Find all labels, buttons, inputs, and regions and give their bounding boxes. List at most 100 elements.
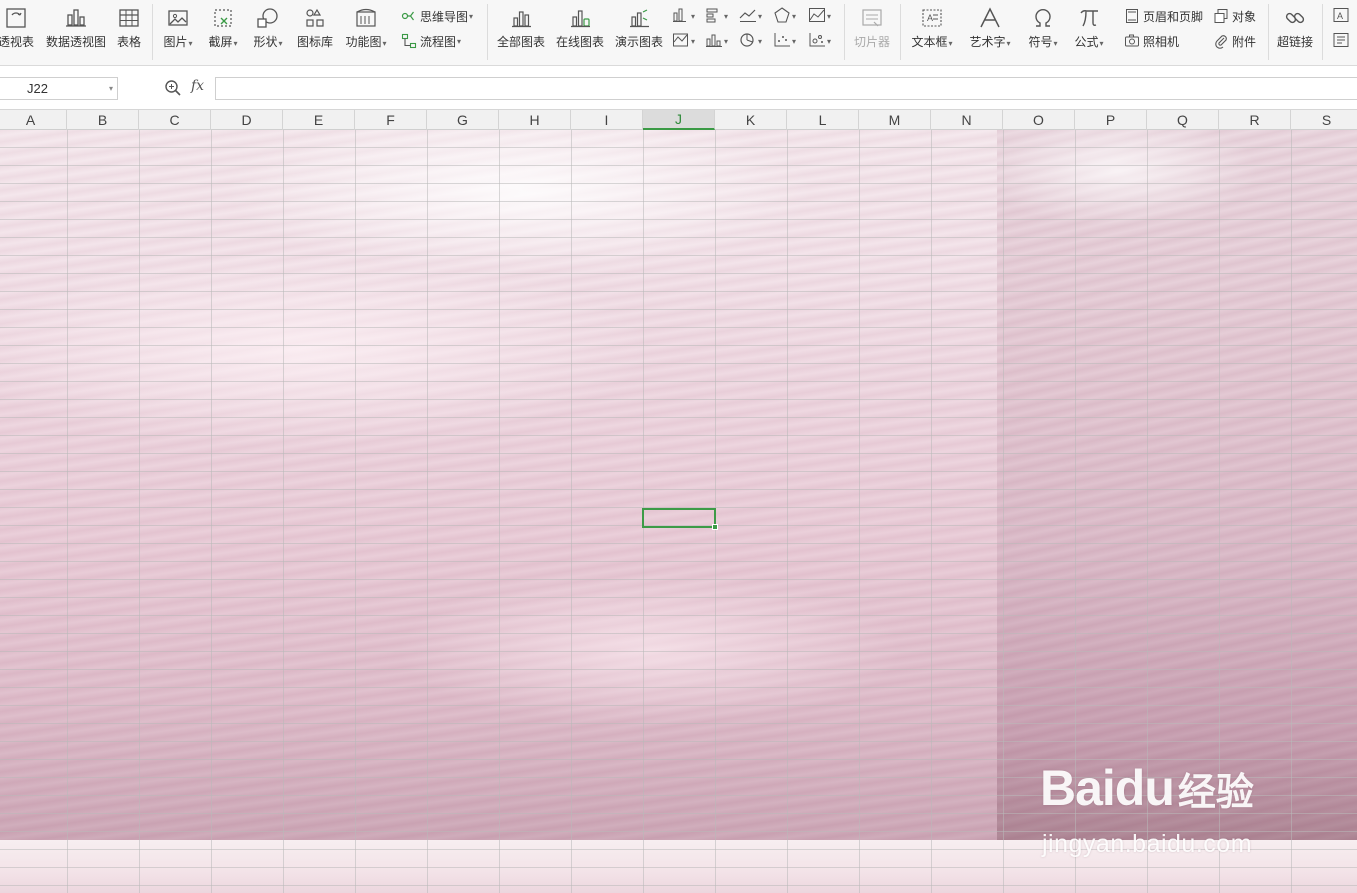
demo-chart-icon xyxy=(625,4,653,32)
function-chart-button[interactable]: 功能图▾ xyxy=(342,0,390,62)
object-icon xyxy=(1212,7,1230,25)
watermark-url: jingyan.baidu.com xyxy=(1042,830,1253,858)
dropdown-caret-icon: ▾ xyxy=(382,39,387,48)
dropdown-caret-icon: ▾ xyxy=(792,11,797,21)
hyperlink-label: 超链接 xyxy=(1276,35,1313,49)
pie-chart-dropdown[interactable]: ▾ xyxy=(739,31,762,51)
dropdown-caret-icon: ▾ xyxy=(1053,39,1058,48)
line-chart-dropdown[interactable]: ▾ xyxy=(739,6,762,26)
column-header-l[interactable]: L xyxy=(787,110,859,130)
column-header-j[interactable]: J xyxy=(643,110,715,130)
screenshot-label: 截屏 xyxy=(208,35,233,49)
attachment-button[interactable]: 附件 xyxy=(1212,31,1256,51)
column-header-o[interactable]: O xyxy=(1003,110,1075,130)
scatter-chart-icon xyxy=(773,32,791,51)
column-header-b[interactable]: B xyxy=(67,110,139,130)
column-header-r[interactable]: R xyxy=(1219,110,1291,130)
formula-bar: J22 ▾ fx xyxy=(0,66,1357,110)
symbol-button[interactable]: 符号▾ xyxy=(1022,0,1064,62)
dropdown-caret-icon: ▾ xyxy=(948,39,953,48)
dropdown-caret-icon: ▾ xyxy=(457,36,462,46)
mind-map-button[interactable]: 思维导图 ▾ xyxy=(400,6,473,26)
radar-chart-icon xyxy=(773,6,791,26)
pivot-chart-button[interactable]: 数据透视图 xyxy=(44,0,108,62)
object-label: 对象 xyxy=(1232,9,1257,24)
column-header-g[interactable]: G xyxy=(427,110,499,130)
ribbon-divider xyxy=(487,4,488,60)
combo-chart-dropdown[interactable]: ▾ xyxy=(705,31,728,51)
text-direction-button[interactable]: A xyxy=(1332,6,1350,26)
column-header-e[interactable]: E xyxy=(283,110,355,130)
picture-button[interactable]: 图片▾ xyxy=(158,0,198,62)
svg-text:A: A xyxy=(1337,11,1343,21)
wordart-icon xyxy=(976,4,1004,32)
slicer-button[interactable]: 切片器 xyxy=(850,0,894,62)
demo-charts-button[interactable]: 演示图表 xyxy=(612,0,666,62)
table-button[interactable]: 表格 xyxy=(112,0,146,62)
pie-chart-icon xyxy=(739,32,757,51)
picture-label: 图片 xyxy=(163,35,188,49)
hyperlink-button[interactable]: 超链接 xyxy=(1274,0,1316,62)
chevron-down-icon[interactable]: ▾ xyxy=(109,84,113,93)
column-header-i[interactable]: I xyxy=(571,110,643,130)
dropdown-caret-icon: ▾ xyxy=(188,39,193,48)
dropdown-caret-icon: ▾ xyxy=(233,39,238,48)
column-header-c[interactable]: C xyxy=(139,110,211,130)
column-header-k[interactable]: K xyxy=(715,110,787,130)
wordart-button[interactable]: 艺术字▾ xyxy=(964,0,1016,62)
online-charts-button[interactable]: 在线图表 xyxy=(552,0,608,62)
column-header-s[interactable]: S xyxy=(1291,110,1357,130)
area-chart-icon xyxy=(808,7,826,26)
camera-button[interactable]: 照相机 xyxy=(1123,31,1179,51)
omega-symbol-icon xyxy=(1029,4,1057,32)
pivot-table-button[interactable]: 透视表 xyxy=(0,0,38,62)
formula-button[interactable]: 公式▾ xyxy=(1068,0,1110,62)
dropdown-caret-icon: ▾ xyxy=(827,36,832,46)
fill-handle[interactable] xyxy=(712,524,718,530)
header-footer-button[interactable]: 页眉和页脚 xyxy=(1123,6,1203,26)
column-header-n[interactable]: N xyxy=(931,110,1003,130)
object-button[interactable]: 对象 xyxy=(1212,6,1256,26)
fx-label[interactable]: fx xyxy=(191,78,204,94)
bubble-chart-dropdown[interactable]: ▾ xyxy=(808,31,831,51)
column-header-q[interactable]: Q xyxy=(1147,110,1219,130)
dropdown-caret-icon: ▾ xyxy=(1006,39,1011,48)
ribbon-divider xyxy=(844,4,845,60)
bar-chart-dropdown[interactable]: ▾ xyxy=(705,6,728,26)
ribbon-divider xyxy=(152,4,153,60)
more-insert-button[interactable] xyxy=(1332,31,1350,51)
column-header-m[interactable]: M xyxy=(859,110,931,130)
all-charts-button[interactable]: 全部图表 xyxy=(494,0,548,62)
ribbon-divider xyxy=(1268,4,1269,60)
formula-input[interactable] xyxy=(215,77,1357,100)
online-charts-label: 在线图表 xyxy=(555,35,604,49)
mind-map-icon xyxy=(400,7,418,25)
scatter-chart-dropdown[interactable]: ▾ xyxy=(773,31,796,51)
flowchart-button[interactable]: 流程图 ▾ xyxy=(400,31,461,51)
flowchart-icon xyxy=(400,32,418,50)
online-chart-icon xyxy=(566,4,594,32)
column-header-f[interactable]: F xyxy=(355,110,427,130)
shapes-button[interactable]: 形状▾ xyxy=(248,0,288,62)
name-box[interactable]: J22 ▾ xyxy=(0,77,118,100)
picture-icon xyxy=(164,4,192,32)
area-chart-dropdown[interactable]: ▾ xyxy=(808,6,831,26)
icon-library-icon xyxy=(301,4,329,32)
paperclip-icon xyxy=(1212,32,1230,50)
zoom-icon[interactable] xyxy=(164,79,182,97)
radar-chart-dropdown[interactable]: ▾ xyxy=(773,6,796,26)
column-header-h[interactable]: H xyxy=(499,110,571,130)
mind-map-label: 思维导图 xyxy=(420,9,469,24)
column-chart-dropdown[interactable]: ▾ xyxy=(672,6,695,26)
dropdown-caret-icon: ▾ xyxy=(827,11,832,21)
column-header-a[interactable]: A xyxy=(0,110,67,130)
screenshot-button[interactable]: 截屏▾ xyxy=(202,0,244,62)
column-header-d[interactable]: D xyxy=(211,110,283,130)
textbox-button[interactable]: A 文本框▾ xyxy=(906,0,958,62)
stock-chart-dropdown[interactable]: ▾ xyxy=(672,31,695,51)
column-header-p[interactable]: P xyxy=(1075,110,1147,130)
icon-library-button[interactable]: 图标库 xyxy=(294,0,336,62)
dropdown-caret-icon: ▾ xyxy=(724,11,729,21)
header-footer-icon xyxy=(1123,7,1141,25)
selected-cell[interactable] xyxy=(642,508,718,530)
